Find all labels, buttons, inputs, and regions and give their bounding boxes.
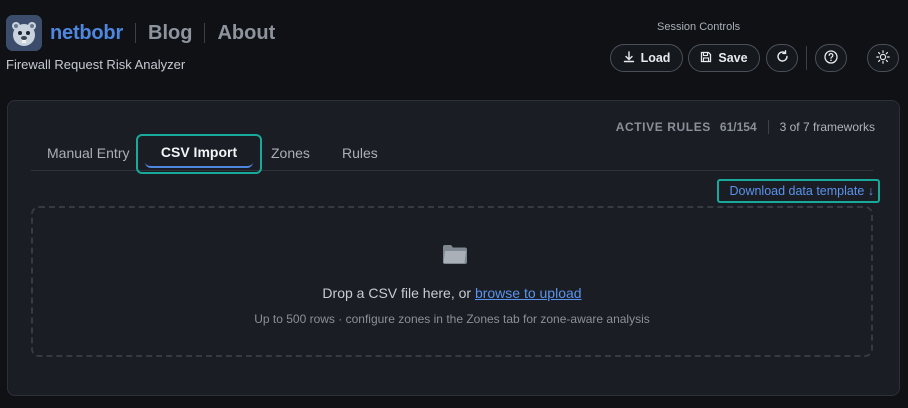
nav-divider — [135, 23, 137, 43]
tab-rules[interactable]: Rules — [342, 145, 378, 161]
refresh-button[interactable] — [766, 44, 798, 72]
csv-dropzone[interactable]: Drop a CSV file here, or browse to uploa… — [31, 206, 873, 357]
download-icon — [623, 50, 635, 66]
session-controls: Session Controls Load Save — [610, 20, 900, 80]
help-button[interactable] — [815, 44, 847, 72]
dropzone-instruction: Drop a CSV file here, or — [322, 285, 475, 301]
tab-csv-import[interactable]: CSV Import — [145, 138, 253, 168]
load-button[interactable]: Load — [610, 44, 683, 72]
nav-blog-link[interactable]: Blog — [148, 22, 192, 45]
tab-csv-import-highlight: CSV Import — [136, 134, 262, 174]
floppy-disk-icon — [700, 51, 712, 66]
save-button-label: Save — [718, 51, 748, 65]
session-controls-label: Session Controls — [657, 21, 741, 33]
tab-manual-entry[interactable]: Manual Entry — [47, 145, 129, 161]
header: netbobr Blog About Firewall Request Risk… — [0, 0, 908, 100]
folder-icon — [442, 243, 468, 265]
nav-divider — [204, 23, 206, 43]
download-template-link[interactable]: Download data template ↓ — [717, 179, 880, 203]
session-divider — [806, 46, 807, 70]
dropzone-text: Drop a CSV file here, or browse to uploa… — [33, 285, 871, 301]
brand: netbobr Blog About — [6, 15, 275, 51]
sun-icon — [876, 49, 890, 67]
dropzone-hint: Up to 500 rows · configure zones in the … — [254, 312, 650, 326]
theme-toggle-button[interactable] — [867, 44, 899, 72]
main-card: ACTIVE RULES 61/154 3 of 7 frameworks Ma… — [7, 100, 900, 396]
nav-about-link[interactable]: About — [217, 22, 275, 45]
tab-bar: Manual Entry CSV Import Zones Rules — [31, 131, 873, 174]
refresh-icon — [776, 50, 789, 66]
load-button-label: Load — [640, 51, 671, 65]
question-circle-icon — [824, 49, 838, 67]
save-button[interactable]: Save — [688, 44, 760, 72]
browse-upload-link[interactable]: browse to upload — [475, 285, 582, 301]
brand-name[interactable]: netbobr — [50, 22, 123, 45]
tab-zones[interactable]: Zones — [271, 145, 310, 161]
beaver-logo-icon[interactable] — [6, 15, 42, 51]
app-subtitle: Firewall Request Risk Analyzer — [6, 57, 186, 72]
